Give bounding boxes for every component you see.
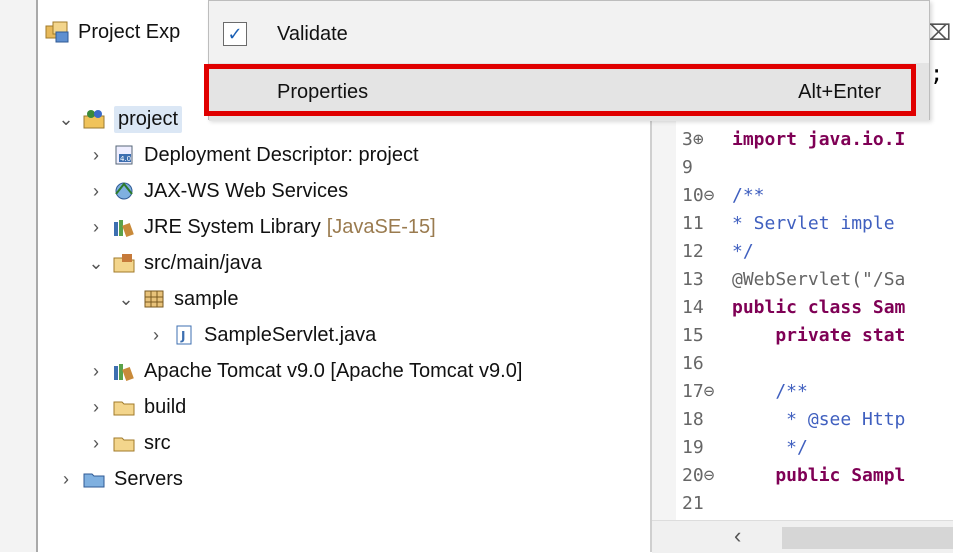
code-line-9: 9 <box>682 152 732 182</box>
code-text: public class Sam <box>732 296 906 318</box>
tree-item-label: src <box>144 431 171 454</box>
svg-text:J: J <box>180 329 185 343</box>
project-explorer-tab[interactable]: Project Exp <box>44 12 180 52</box>
chevron-down-icon[interactable]: ⌄ <box>116 289 136 310</box>
tree-item-servers[interactable]: › Servers <box>56 462 183 496</box>
project-explorer-tab-label: Project Exp <box>78 20 181 43</box>
code-line-20: 20⊖ public Sampl <box>682 460 905 490</box>
java-file-icon: J <box>170 324 198 346</box>
tree-item-build[interactable]: › build <box>86 390 186 424</box>
line-number: 18 <box>682 408 704 430</box>
code-text: */ <box>732 240 754 262</box>
tree-item-label: Deployment Descriptor: project <box>144 143 419 166</box>
code-line-15: 15 private stat <box>682 320 905 350</box>
project-icon <box>80 108 108 130</box>
chevron-right-icon[interactable]: › <box>86 217 106 238</box>
tree-item-jax-ws[interactable]: › JAX-WS Web Services <box>86 174 348 208</box>
code-text: import java.io.I <box>732 128 906 150</box>
chevron-right-icon[interactable]: › <box>86 181 106 202</box>
line-number: 14 <box>682 296 704 318</box>
code-text: private stat <box>732 324 906 346</box>
code-text: * @see Http <box>732 408 906 430</box>
line-number: 12 <box>682 240 704 262</box>
tree-item-label: src/main/java <box>144 251 262 274</box>
package-icon <box>140 288 168 310</box>
line-number: 9 <box>682 156 693 178</box>
line-number: 13 <box>682 268 704 290</box>
project-explorer-icon <box>45 21 69 43</box>
tree-item-src[interactable]: › src <box>86 426 171 460</box>
code-line-12: 12 */ <box>682 236 754 266</box>
tree-item-sample-package[interactable]: ⌄ sample <box>116 282 238 316</box>
code-text: * Servlet imple <box>732 212 895 234</box>
chevron-down-icon[interactable]: ⌄ <box>86 253 106 274</box>
folder-icon <box>110 396 138 418</box>
line-number[interactable]: 3⊕ <box>682 129 732 150</box>
code-text: /** <box>732 184 765 206</box>
line-number: 19 <box>682 436 704 458</box>
tree-item-label: project <box>114 105 183 133</box>
tree-item-label: Servers <box>114 467 183 490</box>
tree-item-label: JRE System Library <box>144 215 321 238</box>
code-text: @WebServlet("/Sa <box>732 268 906 290</box>
tree-item-sampleservlet[interactable]: › J SampleServlet.java <box>146 318 376 352</box>
chevron-right-icon[interactable]: › <box>86 397 106 418</box>
folder-icon <box>110 432 138 454</box>
properties-highlight-box <box>204 64 916 116</box>
chevron-right-icon[interactable]: › <box>146 325 166 346</box>
line-number: 16 <box>682 352 704 374</box>
code-line-11: 11 * Servlet imple <box>682 208 895 238</box>
tree-item-label: build <box>144 395 187 418</box>
deployment-descriptor-icon: 4.0 <box>110 144 138 166</box>
chevron-right-icon[interactable]: › <box>86 361 106 382</box>
left-toolbar-strip <box>0 0 36 552</box>
library-icon <box>110 360 138 382</box>
tree-item-label: JAX-WS Web Services <box>144 179 349 202</box>
tree-item-decoration: [JavaSE-15] <box>326 215 436 238</box>
tree-item-project[interactable]: ⌄ project <box>56 102 183 136</box>
checkbox-checked-icon[interactable]: ✓ <box>223 22 247 46</box>
code-line-17: 17⊖ /** <box>682 376 808 406</box>
horizontal-scrollbar[interactable]: ‹ <box>652 520 953 553</box>
tree-item-deployment-descriptor[interactable]: › 4.0 Deployment Descriptor: project <box>86 138 419 172</box>
code-line-21: 21 <box>682 488 732 518</box>
code-line-10: 10⊖ /** <box>682 180 765 210</box>
line-number[interactable]: 20⊖ <box>682 465 732 486</box>
code-line-19: 19 */ <box>682 432 808 462</box>
code-line-16: 16 <box>682 348 732 378</box>
chevron-right-icon[interactable]: › <box>56 469 76 490</box>
scroll-left-icon[interactable]: ‹ <box>734 523 741 549</box>
code-text: /** <box>732 380 808 402</box>
code-line-3: 3⊕ import java.io.I <box>682 124 905 154</box>
chevron-right-icon[interactable]: › <box>86 433 106 454</box>
source-folder-icon <box>110 252 138 274</box>
tree-item-tomcat-library[interactable]: › Apache Tomcat v9.0 [Apache Tomcat v9.0… <box>86 354 522 388</box>
tree-item-src-main-java[interactable]: ⌄ src/main/java <box>86 246 262 280</box>
code-text: public Sampl <box>732 464 906 486</box>
menu-item-validate[interactable]: ✓ Validate <box>209 5 929 63</box>
svg-text:4.0: 4.0 <box>120 155 131 163</box>
code-line-13: 13 @WebServlet("/Sa <box>682 264 905 294</box>
folder-icon <box>80 468 108 490</box>
line-number: 11 <box>682 212 704 234</box>
chevron-down-icon[interactable]: ⌄ <box>56 109 76 130</box>
menu-item-label: Validate <box>277 22 348 45</box>
code-line-18: 18 * @see Http <box>682 404 905 434</box>
chevron-right-icon[interactable]: › <box>86 145 106 166</box>
tree-item-label: Apache Tomcat v9.0 [Apache Tomcat v9.0] <box>144 359 523 382</box>
tree-item-label: sample <box>174 287 239 310</box>
scrollbar-thumb[interactable] <box>782 527 953 549</box>
line-number[interactable]: 10⊖ <box>682 185 732 206</box>
editor-partial-text: ; <box>930 62 944 87</box>
code-text: */ <box>732 436 808 458</box>
code-line-14: 14 public class Sam <box>682 292 905 322</box>
library-icon <box>110 216 138 238</box>
tree-item-label: SampleServlet.java <box>204 323 377 346</box>
line-number[interactable]: 17⊖ <box>682 381 732 402</box>
tree-item-jre-library[interactable]: › JRE System Library [JavaSE-15] <box>86 210 436 244</box>
line-number: 21 <box>682 492 704 514</box>
web-services-icon <box>110 180 138 202</box>
line-number: 15 <box>682 324 704 346</box>
